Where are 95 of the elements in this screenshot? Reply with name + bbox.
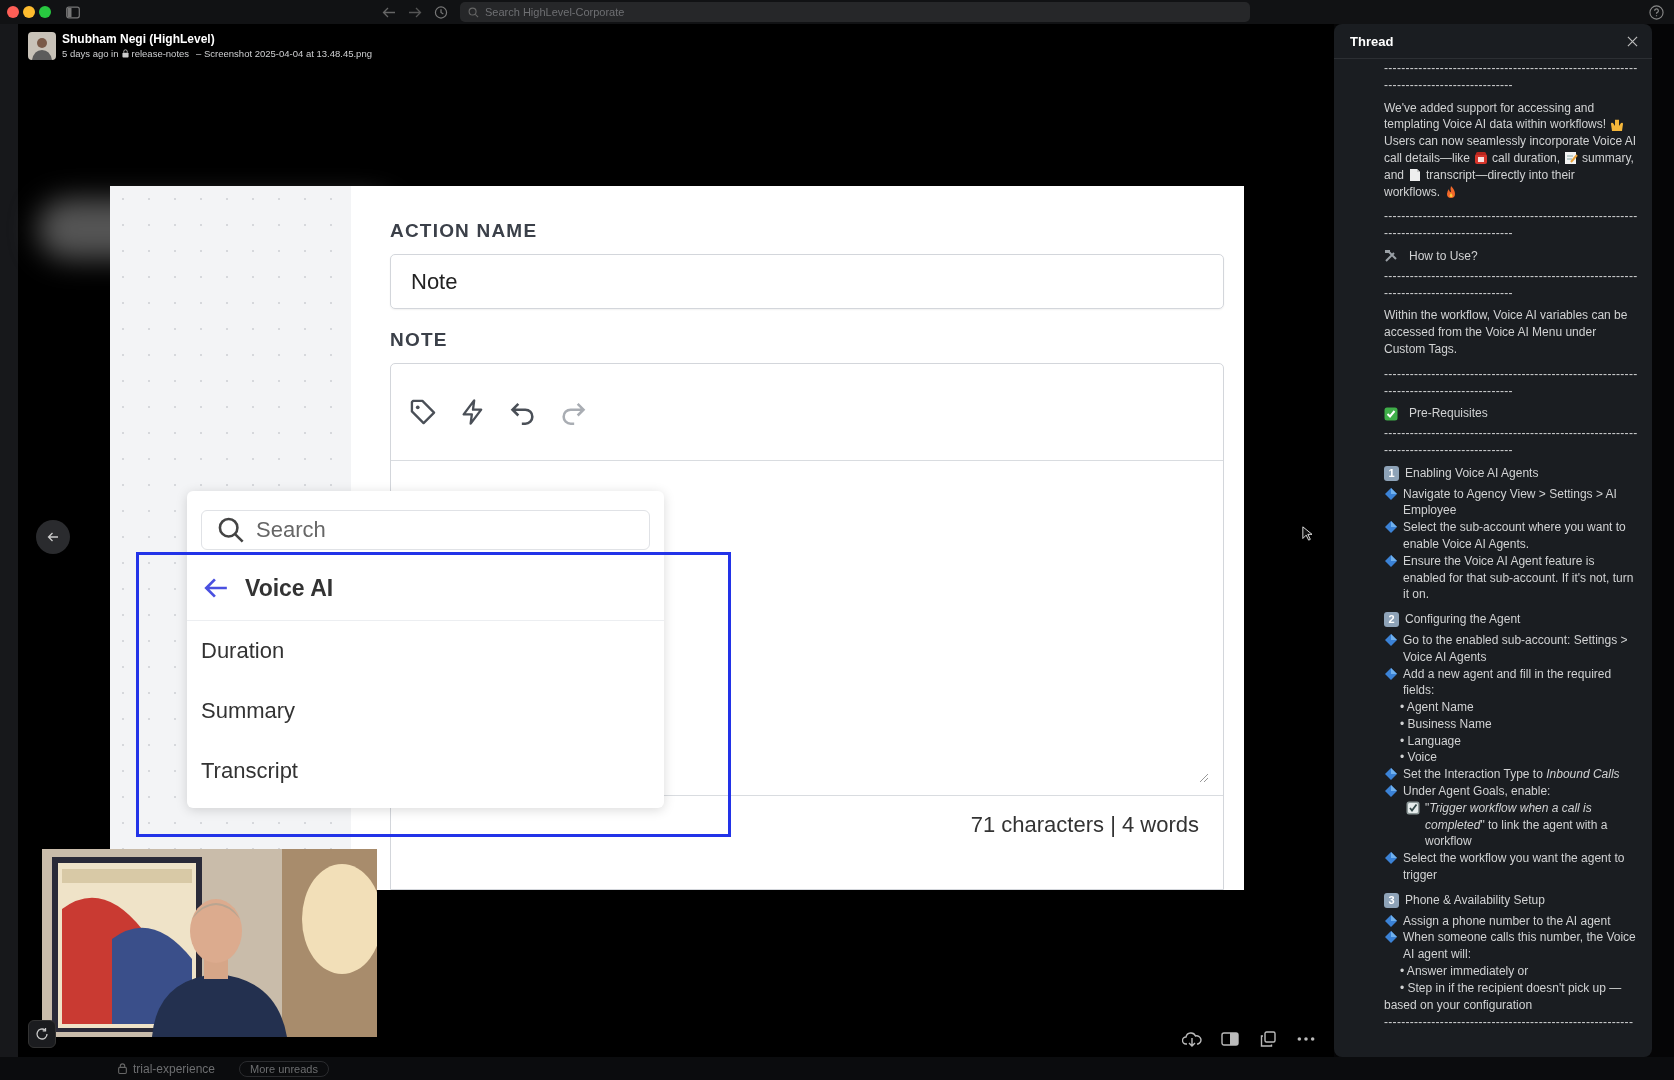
diamond-icon (1384, 486, 1398, 501)
thread-text: Users can now seamlessly incorporate Voice AI (1384, 133, 1638, 150)
refresh-icon (35, 1027, 49, 1041)
bullet-item: • Business Name (1399, 715, 1493, 733)
history-icon[interactable] (434, 5, 448, 19)
back-arrow-icon[interactable] (382, 5, 396, 19)
number-badge: 2 (1384, 612, 1399, 627)
bullet-item: • Agent Name (1399, 699, 1475, 716)
lock-icon (118, 1063, 127, 1074)
bullet-item: • Voice (1399, 749, 1438, 767)
side-panel-icon[interactable] (1220, 1031, 1240, 1047)
dashed-rule-text: ----------------------------------------------------------------------------------------- (1384, 60, 1638, 94)
bullet-item: • Language (1399, 732, 1462, 750)
section-heading: Pre-Requisites (1409, 405, 1488, 423)
cloud-download-icon[interactable] (1182, 1031, 1202, 1047)
fire-icon (1444, 184, 1458, 199)
document-icon (1408, 168, 1423, 183)
diamond-icon (1384, 520, 1398, 535)
thread-text: transcript—directly into their (1426, 166, 1575, 184)
memo-icon (1564, 151, 1579, 166)
cursor-icon (1302, 526, 1312, 541)
channel-name[interactable]: trial-experience (133, 1061, 216, 1076)
thread-text: Select the workflow you want the agent to trigger (1403, 850, 1626, 884)
thread-text: Ensure the Voice AI Agent feature is enabled for that sub-account. If it's not, turn it on. (1403, 552, 1635, 604)
dashed-rule-text: ----------------------------------------------------------------------------------------- (1384, 267, 1638, 302)
thread-text: We've added support for accessing and (1384, 99, 1596, 117)
thread-text: Navigate to Agency View > Settings > AI Employee (1403, 485, 1618, 520)
thread-text: Set the Interaction Type to Inbound Calls (1403, 766, 1620, 784)
forward-arrow-icon[interactable] (408, 5, 422, 19)
thread-text: and (1384, 166, 1405, 184)
thread-text: Select the sub-account where you want to enable Voice AI Agents. (1403, 519, 1627, 553)
diamond-icon (1384, 632, 1398, 647)
left-arrow-icon (47, 531, 59, 543)
tools-icon (1384, 249, 1398, 264)
section-heading: Enabling Voice AI Agents (1405, 464, 1539, 482)
resize-handle-icon[interactable] (1197, 771, 1209, 784)
search-icon (217, 516, 245, 544)
search-field[interactable]: Search HighLevel-Corporate (460, 2, 1250, 22)
section-heading: How to Use? (1409, 247, 1478, 265)
bullet-item: • Step in if the recipient doesn't pick up — based on your configuration (1384, 979, 1623, 1014)
field-label: ACTION NAME (390, 220, 539, 243)
tag-icon[interactable] (409, 398, 437, 427)
action-name-field[interactable]: Note (390, 254, 1224, 309)
diamond-icon (1384, 553, 1398, 568)
thread-text: "Trigger workflow when a call is completed" to link the agent with a workflow (1425, 799, 1609, 851)
number-badge: 1 (1384, 465, 1399, 481)
file-name: – Screenshot 2025-04-04 at 13.48.45.png (196, 48, 372, 59)
close-icon[interactable] (1627, 35, 1638, 47)
section-heading: Phone & Availability Setup (1405, 891, 1545, 909)
channel-link[interactable]: release-notes (131, 48, 190, 59)
panel-title: Thread (1350, 33, 1394, 49)
bullet-item: • Answer immediately or (1399, 963, 1530, 980)
thread-text: call details—like (1384, 150, 1471, 167)
minimize-window-button[interactable] (23, 6, 35, 18)
diamond-icon (1384, 784, 1398, 799)
diamond-icon (1384, 913, 1398, 928)
close-window-button[interactable] (7, 6, 19, 18)
thread-text: Under Agent Goals, enable: (1403, 783, 1551, 800)
checkbox-icon (1406, 800, 1420, 815)
telephone-icon (1474, 151, 1489, 166)
author-name[interactable]: Shubham Negi (HighLevel) (62, 32, 372, 46)
thread-text: Within the workflow, Voice AI variables can be accessed from the Voice AI Menu under Custom Tags. (1384, 307, 1629, 358)
dashed-rule-text: ----------------------------------------------------------------------------------------- (1384, 208, 1638, 242)
thread-text: Assign a phone number to the AI agent (1403, 912, 1611, 930)
character-count: 71 characters | 4 words (970, 812, 1199, 839)
refresh-button[interactable] (28, 1020, 56, 1048)
diamond-icon (1384, 666, 1398, 681)
dashed-rule-text: ---------------------------------------------------------- (1384, 1014, 1635, 1032)
dashed-rule-text: ----------------------------------------------------------------------------------------- (1384, 365, 1638, 400)
sidebar-toggle-icon[interactable] (66, 5, 80, 19)
zoom-window-button[interactable] (39, 6, 51, 18)
lock-icon (121, 49, 129, 58)
thread-text: templating Voice AI data within workflows! (1384, 116, 1607, 134)
section-heading: Configuring the Agent (1405, 611, 1521, 628)
menu-search-field[interactable]: Search (201, 510, 650, 550)
thread-text: Add a new agent and fill in the required fields: (1403, 665, 1613, 700)
copy-icon[interactable] (1258, 1031, 1278, 1047)
number-badge: 3 (1384, 892, 1399, 908)
thread-text: When someone calls this number, the Voice AI agent will: (1403, 929, 1637, 964)
diamond-icon (1384, 930, 1398, 945)
search-icon (468, 6, 479, 18)
thread-text: summary, (1582, 150, 1634, 167)
thread-text: workflows. (1384, 183, 1440, 201)
dashed-rule-text: ----------------------------------------------------------------------------------------- (1384, 425, 1638, 459)
raised-hands-icon (1610, 117, 1625, 132)
menu-back-item[interactable]: Voice AI (187, 556, 664, 621)
diamond-icon (1384, 851, 1398, 866)
thread-text: call duration, (1492, 150, 1561, 167)
avatar[interactable] (28, 32, 56, 60)
thread-text: Go to the enabled sub-account: Settings > Voice AI Agents (1403, 631, 1629, 666)
help-icon[interactable] (1649, 4, 1664, 20)
post-time: 5 days ago in (62, 48, 119, 59)
field-label: NOTE (390, 328, 449, 352)
check-icon (1384, 406, 1398, 421)
diamond-icon (1384, 767, 1398, 782)
